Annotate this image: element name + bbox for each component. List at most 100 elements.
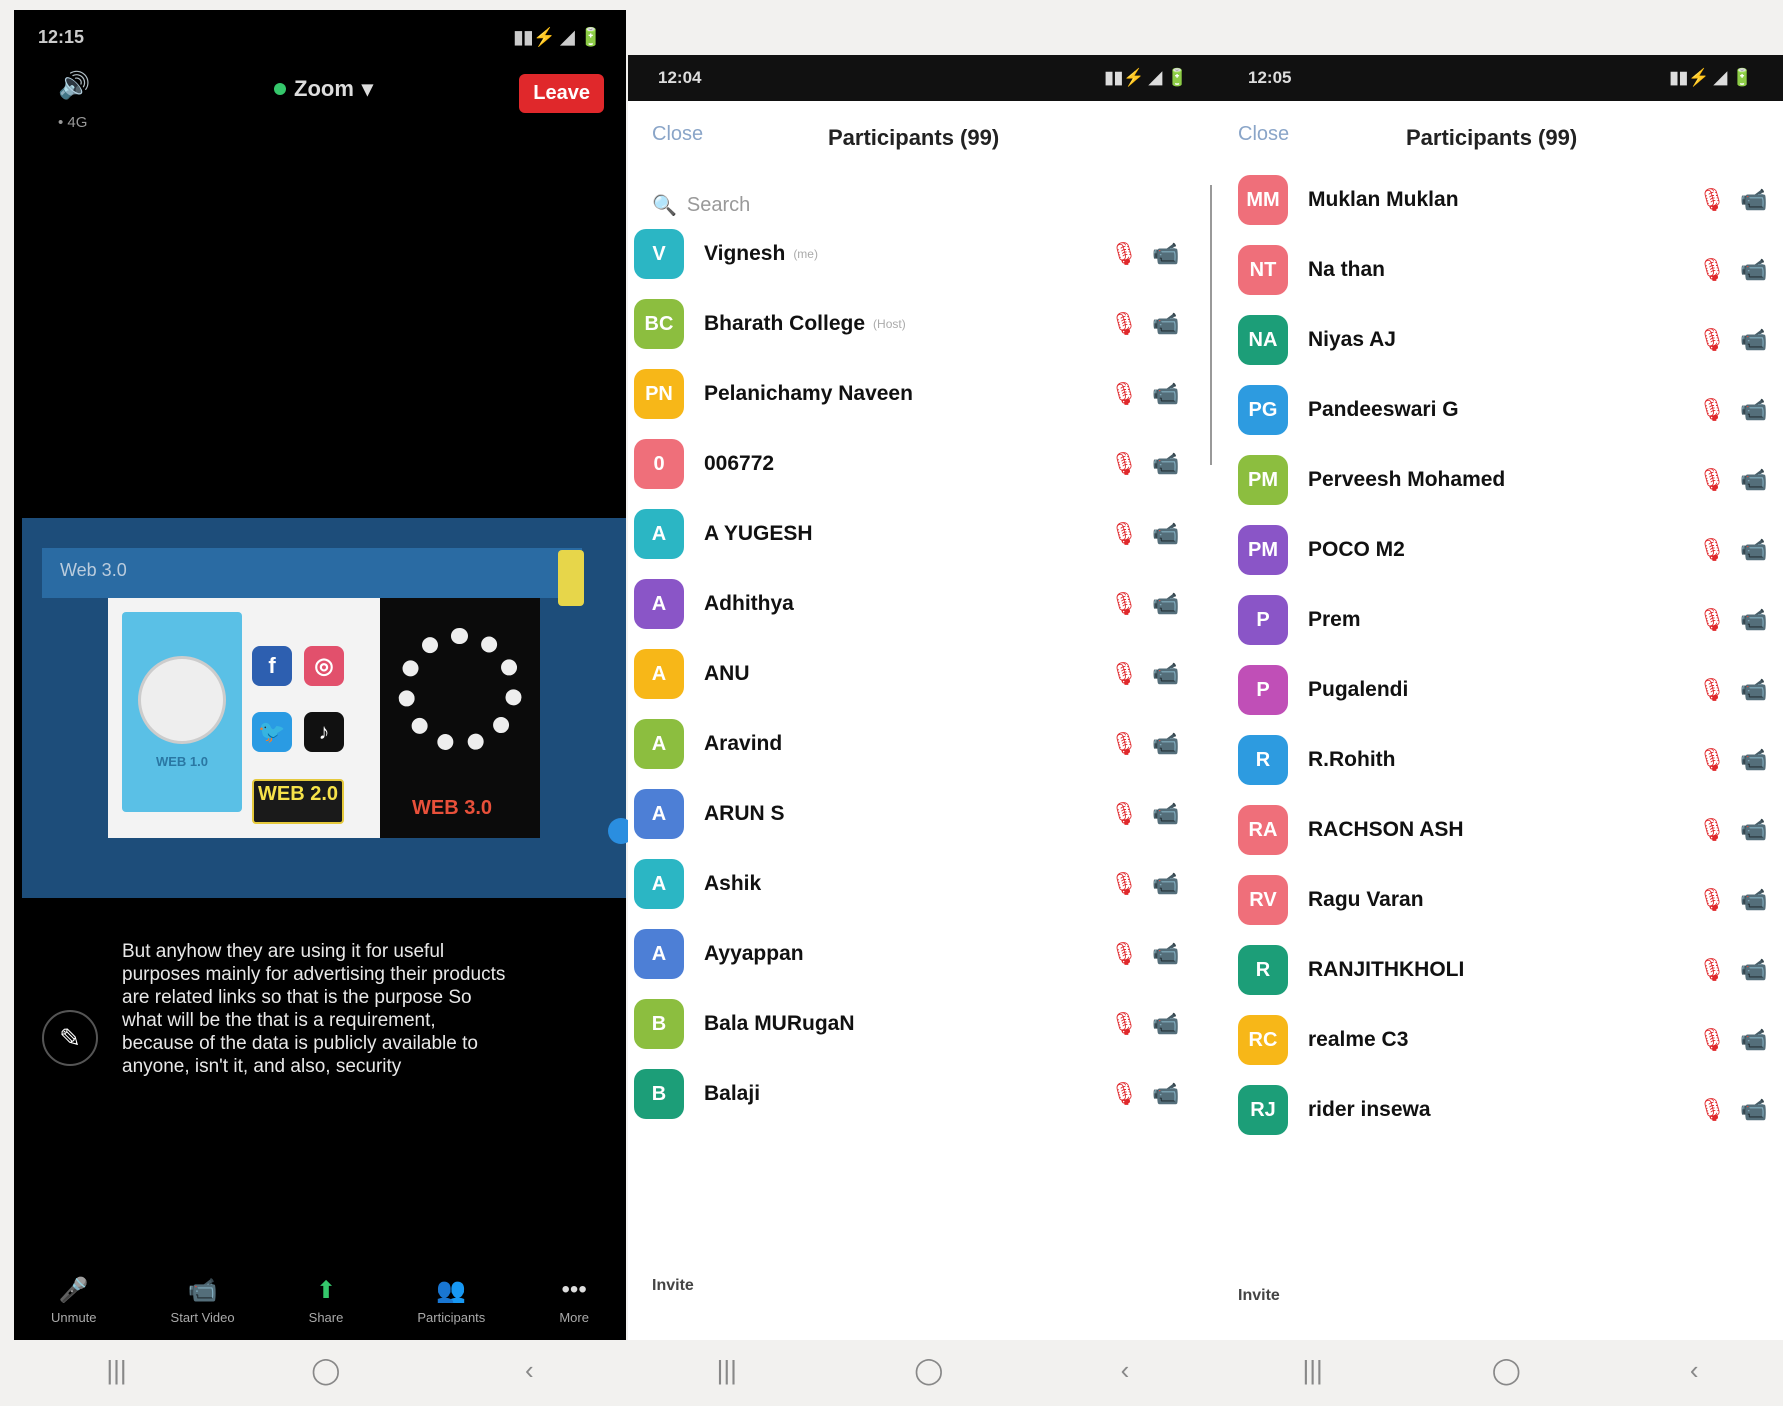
status-time: 12:15	[38, 26, 85, 47]
participant-status-icons: 🎙 📹	[1110, 661, 1179, 687]
participant-row[interactable]: RJ rider insewa 🎙 📹	[1238, 1077, 1783, 1143]
participant-row[interactable]: R RANJITHKHOLI 🎙 📹	[1238, 937, 1783, 1003]
recent-apps-icon[interactable]: |||	[106, 1355, 126, 1386]
participant-row[interactable]: P Prem 🎙 📹	[1238, 587, 1783, 653]
invite-button[interactable]: Invite	[652, 1277, 694, 1295]
video-off-icon: 📹	[1739, 887, 1768, 912]
muted-mic-icon: 🎙	[1110, 1011, 1138, 1036]
recent-apps-icon[interactable]: |||	[717, 1355, 737, 1386]
more-button[interactable]: ••• More	[559, 1276, 589, 1325]
meeting-header: 🔊 • 4G Zoom ▾ Leave	[14, 64, 626, 134]
participant-row[interactable]: P Pugalendi 🎙 📹	[1238, 657, 1783, 723]
participant-status-icons: 🎙 📹	[1698, 397, 1767, 423]
participant-row[interactable]: A ANU 🎙 📹	[634, 641, 1214, 707]
video-off-icon: 📹	[1739, 537, 1768, 562]
video-off-icon: 📹	[1739, 187, 1768, 212]
participant-row[interactable]: A Ashik 🎙 📹	[634, 851, 1214, 917]
start-video-button[interactable]: 📹 Start Video	[171, 1276, 235, 1325]
unmute-label: Unmute	[51, 1309, 97, 1325]
leave-button[interactable]: Leave	[519, 74, 604, 113]
participant-row[interactable]: NA Niyas AJ 🎙 📹	[1238, 307, 1783, 373]
participant-status-icons: 🎙 📹	[1698, 1097, 1767, 1123]
participant-row[interactable]: B Bala MURugaN 🎙 📹	[634, 991, 1214, 1057]
network-indicator: • 4G	[58, 114, 88, 131]
video-off-icon: 📹	[1739, 747, 1768, 772]
annotate-pencil-icon[interactable]: ✎	[42, 1010, 98, 1066]
participant-row[interactable]: A Adhithya 🎙 📹	[634, 571, 1214, 637]
muted-mic-icon: 🎙	[1698, 257, 1726, 282]
participant-row[interactable]: PM POCO M2 🎙 📹	[1238, 517, 1783, 583]
participant-row[interactable]: PN Pelanichamy Naveen 🎙 📹	[634, 361, 1214, 427]
participant-avatar: MM	[1238, 175, 1288, 225]
recent-apps-icon[interactable]: |||	[1302, 1355, 1322, 1386]
participant-status-icons: 🎙 📹	[1698, 257, 1767, 283]
muted-mic-icon: 🎙	[1698, 957, 1726, 982]
participant-row[interactable]: 0 006772 🎙 📹	[634, 431, 1214, 497]
participant-row[interactable]: RA RACHSON ASH 🎙 📹	[1238, 797, 1783, 863]
social-icons: f ◎ 🐦 ♪ WEB 2.0	[252, 646, 344, 824]
participant-row[interactable]: PG Pandeeswari G 🎙 📹	[1238, 377, 1783, 443]
participant-name: Adhithya	[704, 592, 794, 615]
meeting-title[interactable]: Zoom ▾	[274, 76, 373, 102]
home-icon[interactable]: ◯	[1492, 1355, 1521, 1386]
participant-status-icons: 🎙 📹	[1698, 677, 1767, 703]
participant-role-tag: (Host)	[873, 317, 906, 331]
participant-avatar: P	[1238, 665, 1288, 715]
participant-avatar: A	[634, 789, 684, 839]
participant-status-icons: 🎙 📹	[1110, 311, 1179, 337]
participant-row[interactable]: A Aravind 🎙 📹	[634, 711, 1214, 777]
participant-name: Ragu Varan	[1308, 888, 1424, 911]
participant-status-icons: 🎙 📹	[1698, 1027, 1767, 1053]
participant-avatar: A	[634, 719, 684, 769]
participant-status-icons: 🎙 📹	[1110, 801, 1179, 827]
video-off-icon: 📹	[1151, 591, 1180, 616]
participant-row[interactable]: V Vignesh (me) 🎙 📹	[634, 221, 1214, 287]
participants-button[interactable]: 👥 Participants	[417, 1276, 485, 1325]
participant-row[interactable]: B Balaji 🎙 📹	[634, 1061, 1214, 1127]
participant-row[interactable]: MM Muklan Muklan 🎙 📹	[1238, 167, 1783, 233]
back-icon[interactable]: ‹	[1121, 1355, 1130, 1386]
unmute-button[interactable]: 🎤 Unmute	[51, 1276, 97, 1325]
participant-row[interactable]: RV Ragu Varan 🎙 📹	[1238, 867, 1783, 933]
participant-name: Vignesh	[704, 242, 786, 265]
participant-row[interactable]: PM Perveesh Mohamed 🎙 📹	[1238, 447, 1783, 513]
participant-avatar: A	[634, 509, 684, 559]
participant-row[interactable]: RC realme C3 🎙 📹	[1238, 1007, 1783, 1073]
muted-mic-icon: 🎙	[1698, 187, 1726, 212]
invite-button[interactable]: Invite	[1238, 1287, 1280, 1305]
muted-mic-icon: 🎙	[1698, 537, 1726, 562]
participant-avatar: P	[1238, 595, 1288, 645]
participant-row[interactable]: AA YUGESH 🎙 📹	[634, 501, 1214, 567]
search-input[interactable]: 🔍 Search	[652, 185, 1194, 225]
web2-label: WEB 2.0	[252, 778, 344, 824]
participant-avatar: PG	[1238, 385, 1288, 435]
participant-row[interactable]: A ARUN S 🎙 📹	[634, 781, 1214, 847]
participant-name: Pugalendi	[1308, 678, 1409, 701]
home-icon[interactable]: ◯	[914, 1355, 943, 1386]
speaker-icon[interactable]: 🔊	[58, 70, 94, 100]
participant-name: Prem	[1308, 608, 1361, 631]
close-button[interactable]: Close	[1238, 123, 1289, 146]
share-button[interactable]: ⬆ Share	[309, 1276, 344, 1325]
back-icon[interactable]: ‹	[1690, 1355, 1699, 1386]
video-off-icon: 📹	[1739, 327, 1768, 352]
home-icon[interactable]: ◯	[311, 1355, 340, 1386]
participant-avatar: A	[634, 649, 684, 699]
secure-dot-icon	[274, 83, 286, 95]
participant-status-icons: 🎙 📹	[1698, 817, 1767, 843]
scrollbar[interactable]	[1210, 185, 1212, 465]
participant-row[interactable]: R R.Rohith 🎙 📹	[1238, 727, 1783, 793]
participant-row[interactable]: A Ayyappan 🎙 📹	[634, 921, 1214, 987]
muted-mic-icon: 🎙	[1698, 817, 1726, 842]
participant-avatar: PM	[1238, 455, 1288, 505]
participant-row[interactable]: BC Bharath College (Host) 🎙 📹	[634, 291, 1214, 357]
participants-panel-b: 12:05 ▮▮⚡ ◢ 🔋 Close Participants (99) MM…	[1218, 55, 1783, 1340]
muted-mic-icon: 🎙	[1110, 381, 1138, 406]
back-icon[interactable]: ‹	[525, 1355, 534, 1386]
shared-screen: Web 3.0 WEB 1.0 f ◎ 🐦 ♪ WEB 2.0 WEB 3.0	[22, 518, 634, 898]
participant-row[interactable]: NT Na than 🎙 📹	[1238, 237, 1783, 303]
status-icons: ▮▮⚡ ◢ 🔋	[1104, 68, 1188, 87]
participants-icon: 👥	[436, 1276, 467, 1304]
participant-name: Aravind	[704, 732, 783, 755]
close-button[interactable]: Close	[652, 123, 703, 146]
